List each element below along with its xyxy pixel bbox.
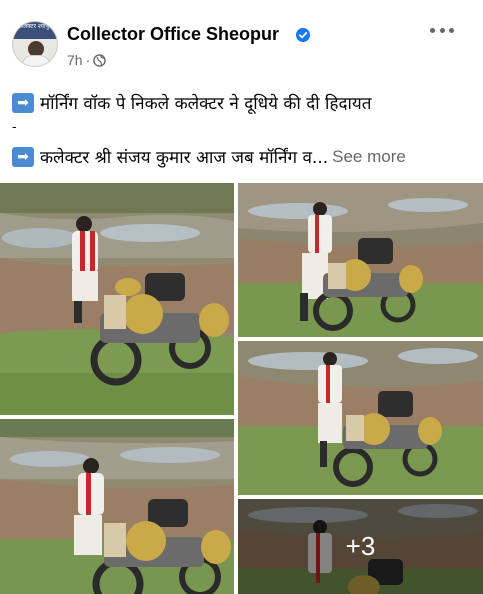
- verified-badge-icon: [296, 28, 310, 42]
- post-time[interactable]: 7h: [67, 52, 83, 68]
- avatar-text: कलेक्टर श्योपुर: [18, 23, 52, 30]
- post-text-2: कलेक्टर श्री संजय कुमार आज जब मॉर्निंग व…: [40, 148, 329, 168]
- photo-grid: +3: [0, 183, 483, 594]
- photo-3[interactable]: [238, 341, 483, 495]
- meta-separator: ·: [85, 52, 91, 68]
- page-name[interactable]: Collector Office Sheopur: [67, 24, 279, 45]
- post-text-1: मॉर्निंग वॉक पे निकले कलेक्टर ने दूधिये …: [40, 94, 372, 114]
- photo-2[interactable]: [238, 183, 483, 337]
- post-text-line-2: ➡ कलेक्टर श्री संजय कुमार आज जब मॉर्निंग…: [12, 145, 406, 168]
- more-photos-count: +3: [345, 531, 376, 561]
- post-header: कलेक्टर श्योपुर Collector Office Sheopur…: [0, 0, 483, 72]
- right-arrow-icon: ➡: [12, 92, 34, 113]
- photo-4[interactable]: [0, 419, 234, 594]
- see-more-link[interactable]: See more: [332, 147, 406, 167]
- post-text-line-1: ➡ मॉर्निंग वॉक पे निकले कलेक्टर ने दूधिय…: [12, 91, 371, 114]
- right-arrow-icon: ➡: [12, 146, 34, 167]
- photo-1[interactable]: [0, 183, 234, 415]
- more-photos-overlay[interactable]: +3: [238, 499, 483, 594]
- photo-5[interactable]: +3: [238, 499, 483, 594]
- post-text-dash: -: [12, 118, 17, 134]
- more-options-icon[interactable]: [430, 22, 454, 38]
- page-avatar[interactable]: कलेक्टर श्योपुर: [12, 21, 58, 67]
- globe-icon[interactable]: [93, 53, 107, 67]
- post-meta: 7h ·: [67, 52, 107, 68]
